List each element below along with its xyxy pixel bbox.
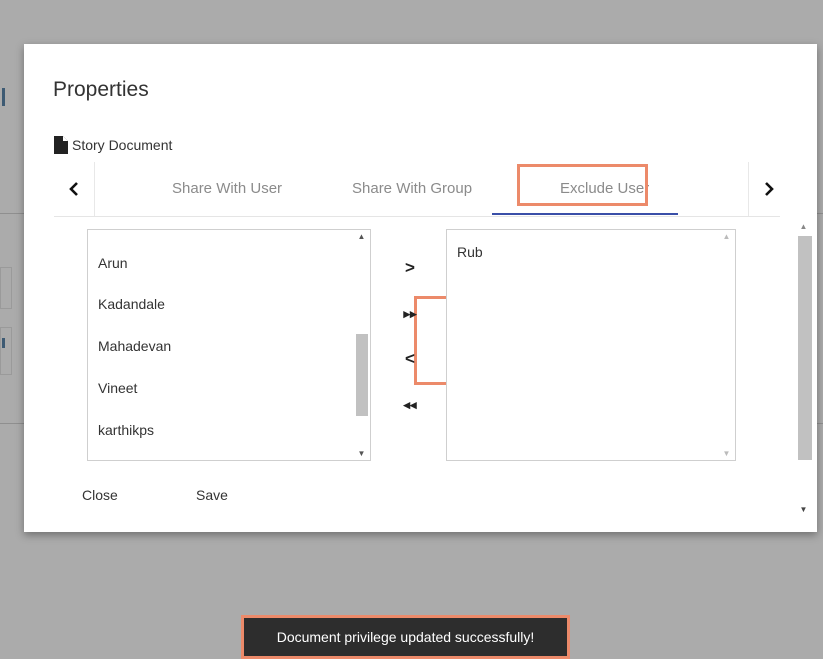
tab-share-with-user[interactable]: Share With User bbox=[172, 162, 282, 216]
move-all-right-button[interactable]: ▸▸ bbox=[395, 306, 425, 322]
scroll-up-arrow-icon[interactable]: ▲ bbox=[718, 232, 735, 241]
tab-share-with-group[interactable]: Share With Group bbox=[352, 162, 472, 216]
chevron-right-icon bbox=[765, 182, 774, 196]
active-tab-indicator bbox=[492, 213, 678, 215]
list-item[interactable]: Rub bbox=[457, 244, 483, 260]
save-button[interactable]: Save bbox=[196, 487, 228, 503]
list-item[interactable]: Arun bbox=[98, 255, 128, 271]
scroll-down-arrow-icon[interactable]: ▼ bbox=[353, 449, 370, 458]
background-panel bbox=[0, 267, 12, 309]
chevron-left-icon bbox=[69, 182, 78, 196]
move-right-button[interactable]: > bbox=[395, 258, 425, 278]
scroll-up-arrow-icon[interactable]: ▲ bbox=[795, 222, 812, 231]
available-list-scrollbar[interactable]: ▲ ▼ bbox=[353, 230, 370, 460]
document-name: Story Document bbox=[72, 137, 173, 153]
move-left-button[interactable]: < bbox=[395, 349, 425, 369]
dialog-scrollbar[interactable]: ▲ ▼ bbox=[795, 222, 812, 548]
scrollbar-thumb[interactable] bbox=[798, 236, 812, 460]
scroll-up-arrow-icon[interactable]: ▲ bbox=[353, 232, 370, 241]
excluded-list-scrollbar[interactable]: ▲ ▼ bbox=[718, 230, 735, 460]
scroll-down-arrow-icon[interactable]: ▼ bbox=[795, 505, 812, 514]
list-item[interactable]: karthikps bbox=[98, 422, 154, 438]
dialog-title: Properties bbox=[53, 78, 149, 101]
excluded-users-list[interactable]: Rub ▲ ▼ bbox=[446, 229, 736, 461]
move-all-left-button[interactable]: ◂◂ bbox=[395, 397, 425, 413]
tab-bar: Share With User Share With Group Exclude… bbox=[54, 162, 789, 217]
document-label: Story Document bbox=[54, 136, 172, 154]
document-icon bbox=[54, 136, 68, 154]
tab-scroll-right-button[interactable] bbox=[748, 162, 789, 216]
success-toast: Document privilege updated successfully! bbox=[241, 615, 570, 659]
background-panel bbox=[0, 327, 12, 375]
list-item[interactable]: Mahadevan bbox=[98, 338, 171, 354]
properties-dialog: Properties Story Document Share With Use… bbox=[24, 44, 817, 532]
scroll-down-arrow-icon[interactable]: ▼ bbox=[718, 449, 735, 458]
tab-scroll-left-button[interactable] bbox=[54, 162, 95, 216]
toast-message: Document privilege updated successfully! bbox=[276, 629, 535, 645]
list-item[interactable]: Vineet bbox=[98, 380, 137, 396]
list-item[interactable]: Kadandale bbox=[98, 296, 165, 312]
close-button[interactable]: Close bbox=[82, 487, 118, 503]
tab-highlight-box bbox=[517, 164, 648, 206]
available-users-list[interactable]: Arun Kadandale Mahadevan Vineet karthikp… bbox=[87, 229, 371, 461]
background-accent bbox=[2, 88, 5, 106]
scrollbar-thumb[interactable] bbox=[356, 334, 368, 416]
background-accent bbox=[2, 338, 5, 348]
